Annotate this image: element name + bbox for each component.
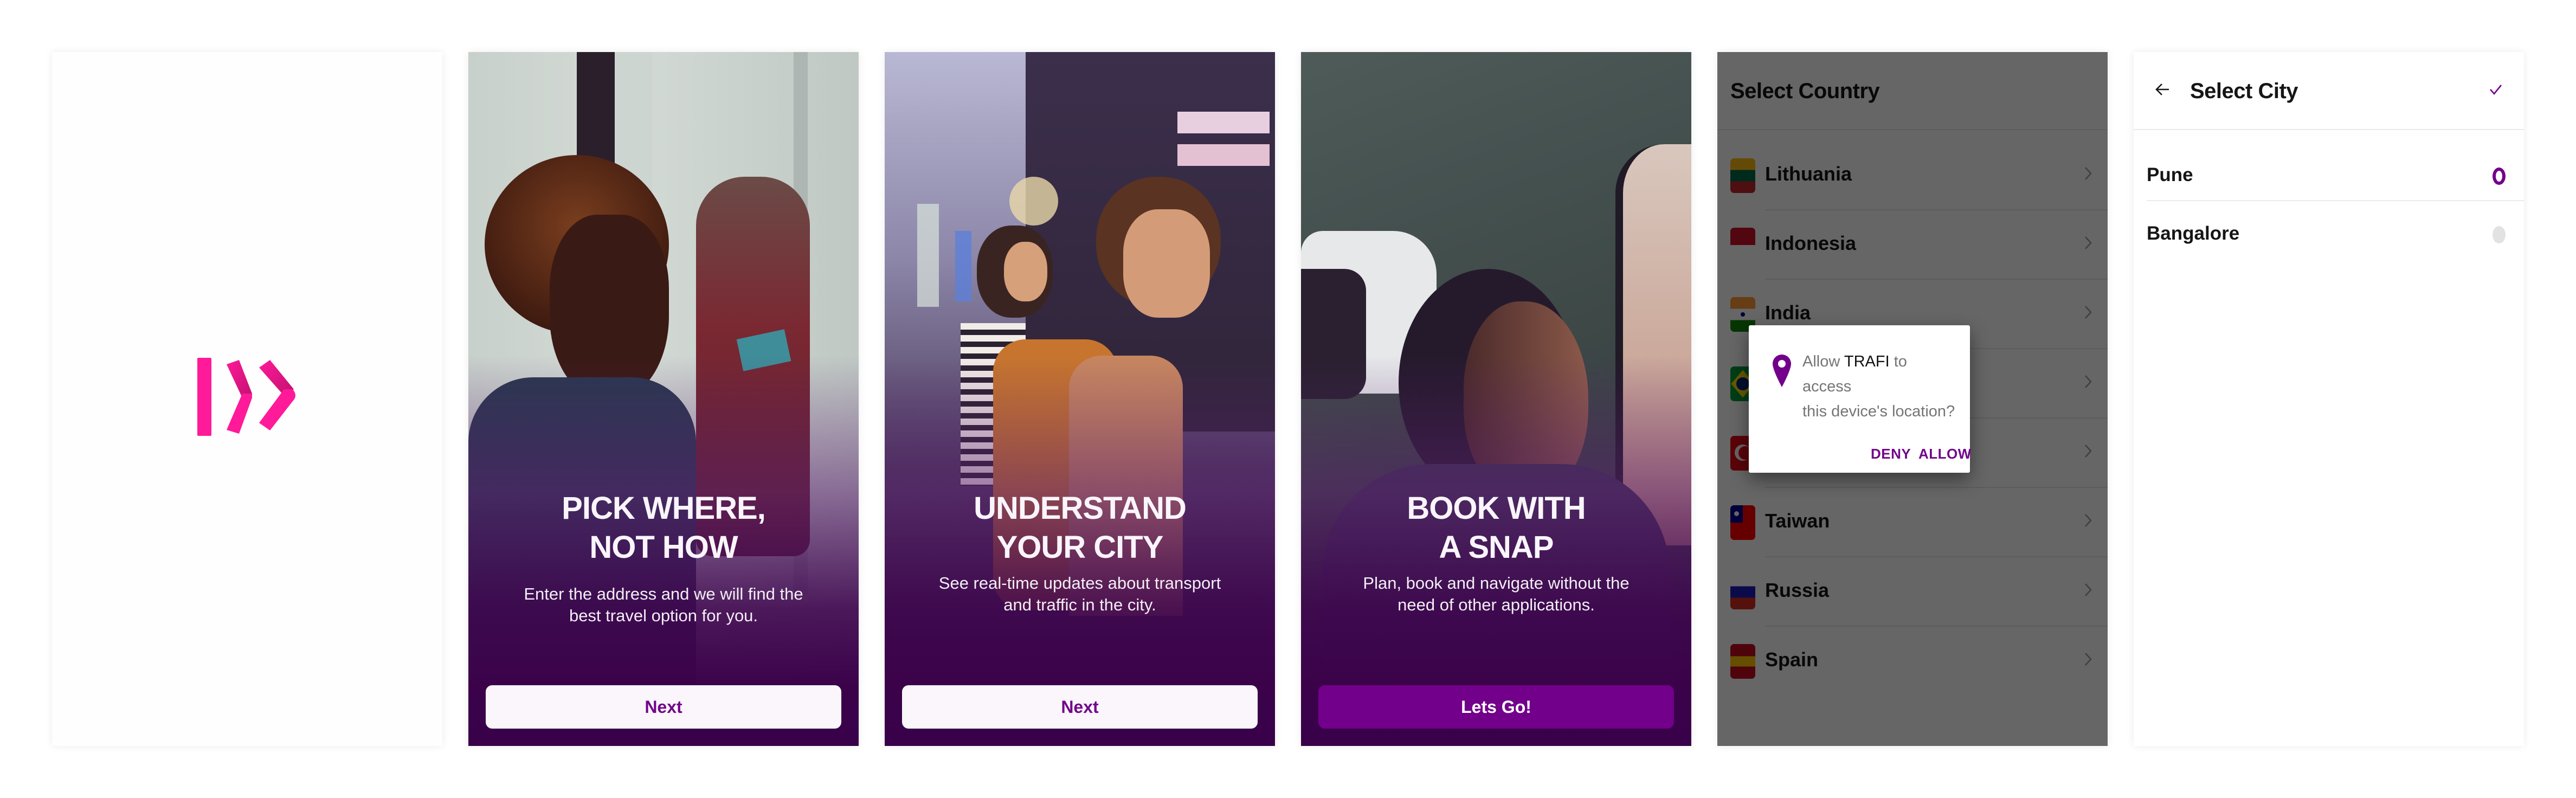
select-country-screen: Select Country Lithuania Indonesia India <box>1717 52 2108 746</box>
onboarding-screen-1: PICK WHERE, NOT HOW Enter the address an… <box>468 52 859 746</box>
city-row-pune[interactable]: Pune <box>2134 143 2524 201</box>
select-city-screen: Select City Pune Bangalore <box>2134 52 2524 746</box>
page-title: Select City <box>2190 79 2298 103</box>
next-button[interactable]: Next <box>902 685 1258 729</box>
allow-button[interactable]: ALLOW <box>1918 446 1972 462</box>
onboarding-subtitle: Enter the address and we will find the b… <box>524 584 803 625</box>
onboarding-title: BOOK WITH A SNAP <box>1407 491 1586 565</box>
onboarding-screen-3: BOOK WITH A SNAP Plan, book and navigate… <box>1301 52 1691 746</box>
onboarding-screen-2: UNDERSTAND YOUR CITY See real-time updat… <box>885 52 1275 746</box>
onboarding-title: UNDERSTAND YOUR CITY <box>974 491 1187 565</box>
radio-selected[interactable] <box>2493 168 2506 185</box>
check-icon[interactable] <box>2489 83 2502 95</box>
location-pin-icon <box>1773 355 1791 387</box>
next-button[interactable]: Next <box>486 685 841 729</box>
location-permission-dialog: Allow TRAFI to access this device's loca… <box>1749 325 1972 473</box>
onboarding-title: PICK WHERE, NOT HOW <box>562 491 766 565</box>
radio-unselected[interactable] <box>2493 226 2506 243</box>
city-row-bangalore[interactable]: Bangalore <box>2134 201 2524 260</box>
header: Select City <box>2134 52 2524 130</box>
splash-screen <box>52 52 442 746</box>
onboarding-subtitle: Plan, book and navigate without the need… <box>1363 574 1630 614</box>
deny-button[interactable]: DENY <box>1871 446 1911 462</box>
onboarding-subtitle: See real-time updates about transport an… <box>938 574 1221 614</box>
arrow-left-icon[interactable] <box>2155 83 2169 96</box>
lets-go-button[interactable]: Lets Go! <box>1318 685 1674 729</box>
permission-message: Allow TRAFI to access this device's loca… <box>1802 353 1955 420</box>
trafi-logo-icon <box>197 358 295 436</box>
